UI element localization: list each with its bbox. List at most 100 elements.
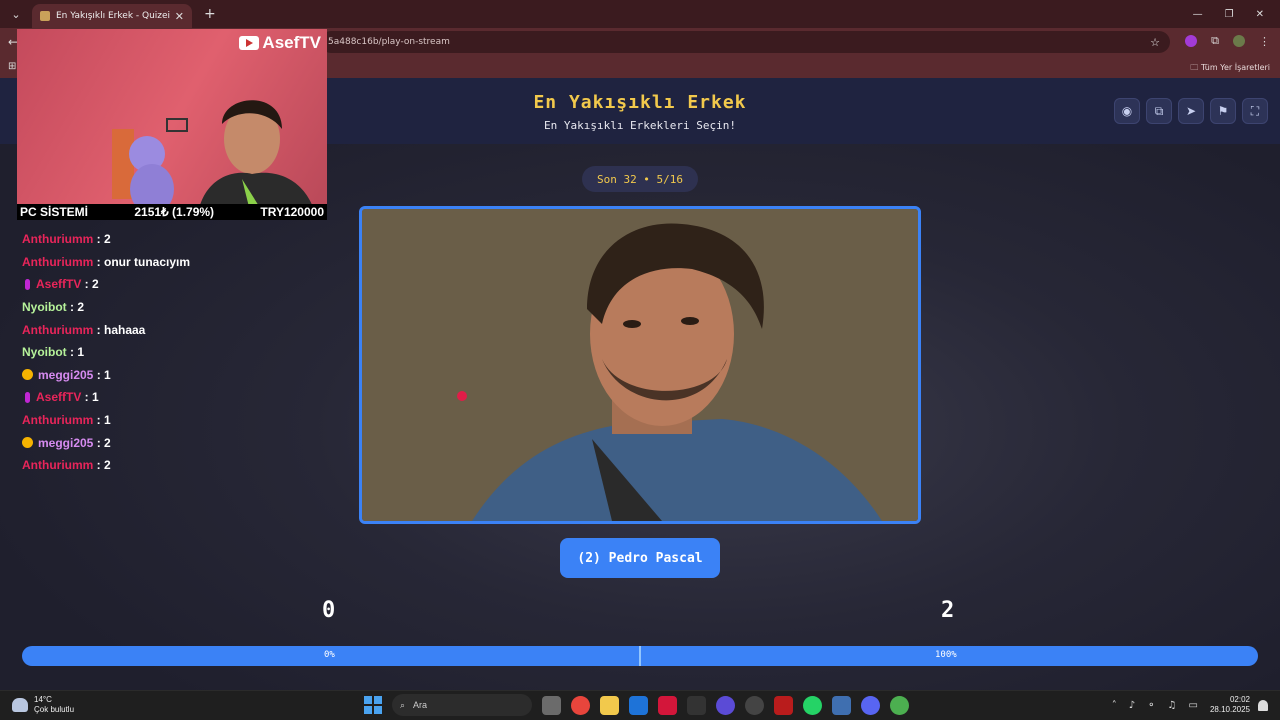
extensions-area: ⧉ ⋮ [1185,34,1270,48]
send-icon[interactable]: ➤ [1178,98,1204,124]
chat-text: hahaaa [104,322,146,337]
chat-separator: : [81,277,93,292]
chat-text: onur tunacıyım [104,254,191,269]
channel-brand: AsefTV [239,33,321,53]
task-view-icon[interactable] [542,695,561,715]
webcam-image [112,100,317,219]
all-bookmarks[interactable]: 🗀 Tüm Yer İşaretleri [1190,62,1270,76]
whatsapp-icon[interactable] [803,695,822,715]
donation-target: TRY120000 [260,205,324,219]
mic-badge-icon [25,391,30,403]
chat-message: meggi205 : 1 [22,364,322,387]
header-actions: ◉ ⧉ ➤ ⚑ ⛶ [1114,98,1268,124]
flag-icon[interactable]: ⚑ [1210,98,1236,124]
chat-username[interactable]: Anthuriumm [22,458,93,472]
screen: ⌄ En Yakışıklı Erkek - Quizei ✕ + — ❐ ✕ … [0,0,1280,720]
chat-username[interactable]: meggi205 [38,436,93,450]
chat-message: Anthuriumm : 1 [22,409,322,432]
speaker-icon[interactable]: ♫ [1168,700,1177,711]
portrait-image [362,209,918,521]
tab-favicon-icon [40,11,50,21]
tab-search-icon[interactable]: ⌄ [4,4,28,24]
x-icon[interactable] [687,695,706,715]
chat-username[interactable]: meggi205 [38,368,93,382]
tray-chevron-icon[interactable]: ˄ [1112,700,1117,711]
menu-dots-icon[interactable]: ⋮ [1259,35,1270,48]
file-explorer-icon[interactable] [600,695,619,715]
discord-icon[interactable] [861,695,880,715]
chat-message: Anthuriumm : onur tunacıyım [22,251,322,274]
share-icon[interactable]: ⧉ [1146,98,1172,124]
fullscreen-icon[interactable]: ⛶ [1242,98,1268,124]
chat-message: Nyoibot : 2 [22,296,322,319]
weather-temp: 14°C [34,695,52,704]
youtube-icon [239,36,260,50]
vote-progress-bar: 0% 100% [22,646,1258,666]
chat-text: 1 [104,413,111,428]
chat-username[interactable]: Anthuriumm [22,413,93,427]
chat-separator: : [66,345,78,360]
chat-username[interactable]: Anthuriumm [22,323,93,337]
maximize-icon[interactable]: ❐ [1225,9,1234,20]
app-circle-icon[interactable] [716,695,735,715]
chat-username[interactable]: AseffTV [36,390,81,404]
chat-text: 2 [104,435,111,450]
cloud-icon [12,698,28,712]
app-h-icon[interactable] [658,695,677,715]
weather-desc: Çok bulutlu [34,705,75,714]
coin-badge-icon [22,437,33,449]
start-button[interactable] [364,696,382,714]
obs-icon[interactable] [745,695,764,715]
candidate-photo[interactable] [359,206,921,524]
chat-text: 2 [104,458,111,473]
donation-goal-label: PC SİSTEMİ [20,205,89,219]
clock-time: 02:02 [1229,695,1250,704]
extension-icon[interactable] [1185,35,1198,47]
chat-separator: : [93,413,104,428]
close-window-icon[interactable]: ✕ [1256,9,1264,20]
clock[interactable]: 02:02 28.10.2025 [1210,695,1250,715]
eye-icon[interactable]: ◉ [1114,98,1140,124]
chat-username[interactable]: Anthuriumm [22,232,93,246]
tab-close-icon[interactable]: ✕ [175,10,184,23]
browser-tab[interactable]: En Yakışıklı Erkek - Quizei ✕ [32,4,192,28]
chat-text: 1 [104,367,111,382]
bookmark-star-icon[interactable]: ☆ [1150,36,1160,49]
stream-chat: Anthuriumm : 2 Anthuriumm : onur tunacıyı… [22,228,322,477]
app-red-icon[interactable] [774,695,793,715]
chat-text: 1 [77,345,85,360]
percent-right: 100% [935,650,957,660]
chrome-profile-icon[interactable] [890,695,909,715]
chat-message: Anthuriumm : 2 [22,228,322,251]
minimize-icon[interactable]: — [1193,9,1203,20]
battery-icon[interactable]: ▭ [1189,700,1198,711]
url-bar[interactable]: 5a488c16b/play-on-stream ☆ [320,31,1170,53]
score-left: 0 [322,598,336,623]
candidate-name-button[interactable]: (2) Pedro Pascal [560,538,720,578]
all-bookmarks-label: Tüm Yer İşaretleri [1200,63,1270,72]
window-controls: — ❐ ✕ [1193,9,1264,20]
weather-widget[interactable]: 14°C Çok bulutlu [12,695,74,715]
volume-icon[interactable]: ♪ [1129,700,1135,711]
chat-text: 2 [104,232,111,247]
mic-icon[interactable]: ⚬ [1147,700,1155,711]
profile-avatar[interactable] [1233,35,1245,47]
chrome-icon[interactable] [571,695,590,715]
apps-grid-icon[interactable]: ⊞ [8,61,16,72]
app-blue-icon[interactable] [832,695,851,715]
chat-username[interactable]: Nyoibot [22,300,67,314]
chat-username[interactable]: AseffTV [36,277,81,291]
puzzle-icon[interactable]: ⧉ [1211,34,1219,48]
chat-username[interactable]: Anthuriumm [22,255,93,269]
progress-divider [639,646,641,666]
notification-bell-icon[interactable] [1258,700,1268,711]
mic-badge-icon [25,278,30,290]
donation-ticker: PC SİSTEMİ 2151₺ (1.79%) TRY120000 [17,204,327,220]
chat-username[interactable]: Nyoibot [22,345,67,359]
taskbar-search[interactable]: ⌕ Ara [392,694,532,716]
chat-separator: : [93,435,105,450]
outlook-icon[interactable] [629,695,648,715]
new-tab-icon[interactable]: + [204,6,216,22]
chat-text: 2 [92,277,99,292]
chat-message: Anthuriumm : hahaaa [22,318,322,341]
